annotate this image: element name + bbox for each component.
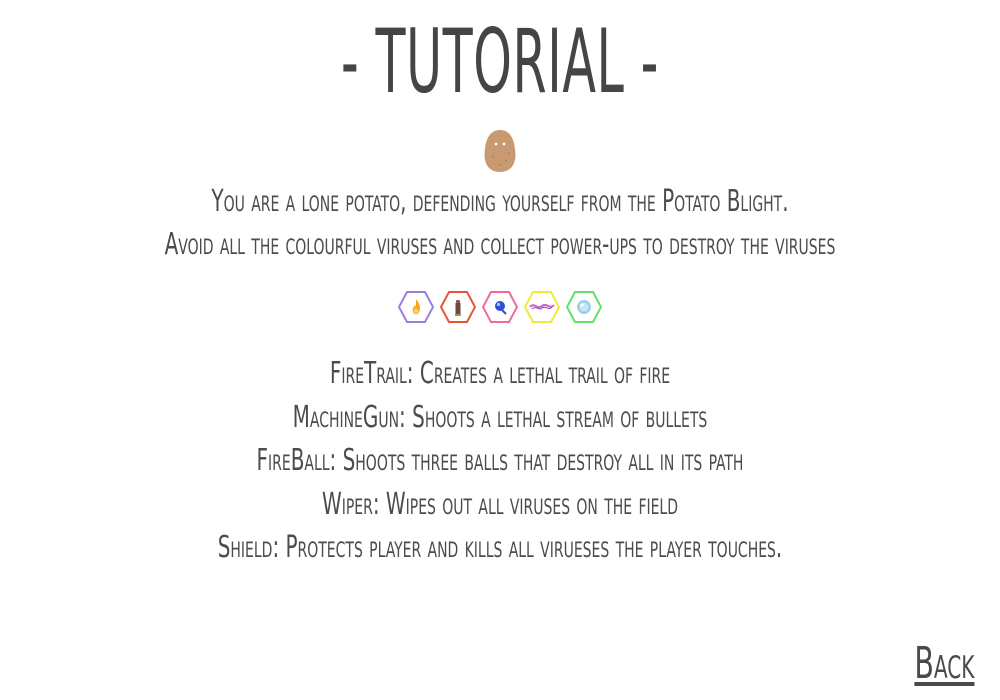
fireball-description: FireBall: Shoots three balls that destro… bbox=[256, 443, 744, 478]
wiper-description: Wiper: Wipes out all viruses on the fiel… bbox=[321, 486, 678, 522]
firetrail-description: FireTrail: Creates a lethal trail of fir… bbox=[329, 356, 671, 391]
intro-line-1: You are a lone potato, defending yoursel… bbox=[211, 184, 789, 219]
potato-player-icon bbox=[484, 130, 516, 172]
shield-icon bbox=[566, 290, 602, 324]
shield-description: Shield: Protects player and kills all vi… bbox=[217, 530, 783, 565]
machinegun-description: MachineGun: Shoots a lethal stream of bu… bbox=[292, 399, 708, 435]
fireball-icon bbox=[482, 290, 518, 324]
wiper-icon bbox=[524, 290, 560, 324]
intro-line-2: Avoid all the colourful viruses and coll… bbox=[164, 227, 836, 262]
back-button[interactable]: Back bbox=[914, 638, 974, 690]
firetrail-icon bbox=[398, 290, 434, 324]
page-title: - TUTORIAL - bbox=[340, 10, 660, 113]
powerup-descriptions: FireTrail: Creates a lethal trail of fir… bbox=[0, 352, 1000, 570]
powerup-icons-row bbox=[398, 290, 604, 326]
machinegun-icon bbox=[440, 290, 476, 324]
